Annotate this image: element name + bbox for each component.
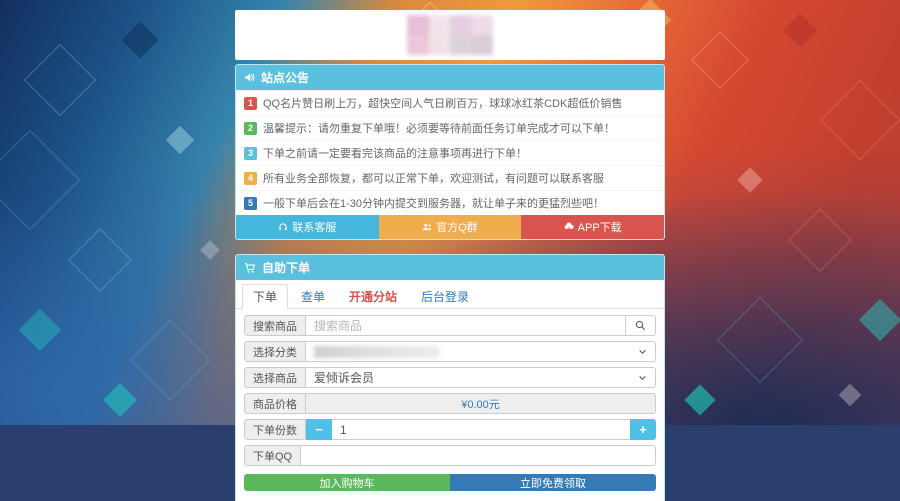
announcement-panel: 站点公告 1 QQ名片赞日刷上万，超快空间人气日刷百万，球球冰红茶CDK超低价销… [235,64,665,240]
tab-place-order[interactable]: 下单 [242,284,288,309]
search-product-label: 搜索商品 [244,315,306,336]
notice-text: 一般下单后会在1-30分钟内提交到服务器，就让单子来的更猛烈些吧！ [263,195,604,211]
search-button[interactable] [626,315,656,336]
contact-support-label: 联系客服 [292,219,336,235]
product-row: 选择商品 爱倾诉会员 [244,367,656,388]
quantity-input[interactable] [332,419,630,440]
product-label: 选择商品 [244,367,306,388]
category-row: 选择分类 [244,341,656,362]
speaker-icon [244,72,255,83]
contact-support-button[interactable]: 联系客服 [236,215,379,239]
form-action-row: 加入购物车 立即免费领取 [244,474,656,491]
tab-check-order[interactable]: 查单 [290,284,336,309]
list-item: 2 温馨提示：请勿重复下单哦！必须要等待前面任务订单完成才可以下单！ [236,115,664,140]
price-value: ¥0.00元 [306,393,656,414]
official-qq-group-button[interactable]: 官方Q群 [379,215,522,239]
price-label: 商品价格 [244,393,306,414]
order-tabs: 下单 查单 开通分站 后台登录 [236,280,664,309]
notice-text: 温馨提示：请勿重复下单哦！必须要等待前面任务订单完成才可以下单！ [263,120,615,136]
category-label: 选择分类 [244,341,306,362]
contact-button-row: 联系客服 官方Q群 APP下载 [236,215,664,239]
claim-free-button[interactable]: 立即免费领取 [450,474,656,491]
search-icon [635,320,646,331]
quantity-increase-button[interactable]: + [630,419,656,440]
search-input[interactable] [306,315,626,336]
quantity-row: 下单份数 − + [244,419,656,440]
price-row: 商品价格 ¥0.00元 [244,393,656,414]
notice-text: 所有业务全部恢复，都可以正常下单，欢迎测试，有问题可以联系客服 [263,170,604,186]
site-logo-censored [407,15,493,55]
cloud-download-icon [564,222,574,232]
product-selected-value: 爱倾诉会员 [314,369,374,386]
app-download-button[interactable]: APP下载 [521,215,664,239]
category-value-censored [314,346,439,358]
announcement-panel-header: 站点公告 [236,65,664,90]
order-panel-header: 自助下单 [236,255,664,280]
app-download-label: APP下载 [578,219,622,235]
notice-text: QQ名片赞日刷上万，超快空间人气日刷百万，球球冰红茶CDK超低价销售 [263,95,622,111]
official-qq-group-label: 官方Q群 [436,219,478,235]
product-select[interactable]: 爱倾诉会员 [306,367,656,388]
order-qq-label: 下单QQ [244,445,301,466]
order-panel: 自助下单 下单 查单 开通分站 后台登录 搜索商品 选择分类 [235,254,665,501]
notice-number-badge: 4 [244,172,257,185]
order-qq-input[interactable] [301,445,656,466]
content-column: 站点公告 1 QQ名片赞日刷上万，超快空间人气日刷百万，球球冰红茶CDK超低价销… [235,0,665,501]
order-form: 搜索商品 选择分类 选择商品 [236,309,664,501]
site-header-card [235,10,665,60]
notice-number-badge: 2 [244,122,257,135]
list-item: 4 所有业务全部恢复，都可以正常下单，欢迎测试，有问题可以联系客服 [236,165,664,190]
users-icon [422,222,432,232]
notice-number-badge: 5 [244,197,257,210]
notice-text: 下单之前请一定要看完该商品的注意事项再进行下单！ [263,145,527,161]
category-select[interactable] [306,341,656,362]
quantity-label: 下单份数 [244,419,306,440]
list-item: 1 QQ名片赞日刷上万，超快空间人气日刷百万，球球冰红茶CDK超低价销售 [236,90,664,115]
cart-icon [244,262,256,274]
list-item: 5 一般下单后会在1-30分钟内提交到服务器，就让单子来的更猛烈些吧！ [236,190,664,215]
add-to-cart-button[interactable]: 加入购物车 [244,474,450,491]
notice-number-badge: 3 [244,147,257,160]
tab-admin-login[interactable]: 后台登录 [410,284,480,309]
order-qq-row: 下单QQ [244,445,656,466]
tab-open-branch[interactable]: 开通分站 [338,284,408,309]
search-product-row: 搜索商品 [244,315,656,336]
announcement-title: 站点公告 [261,69,309,86]
chevron-down-icon [638,347,647,356]
list-item: 3 下单之前请一定要看完该商品的注意事项再进行下单！ [236,140,664,165]
order-panel-title: 自助下单 [262,259,310,276]
chevron-down-icon [638,373,647,382]
quantity-decrease-button[interactable]: − [306,419,332,440]
notice-number-badge: 1 [244,97,257,110]
headset-icon [278,222,288,232]
